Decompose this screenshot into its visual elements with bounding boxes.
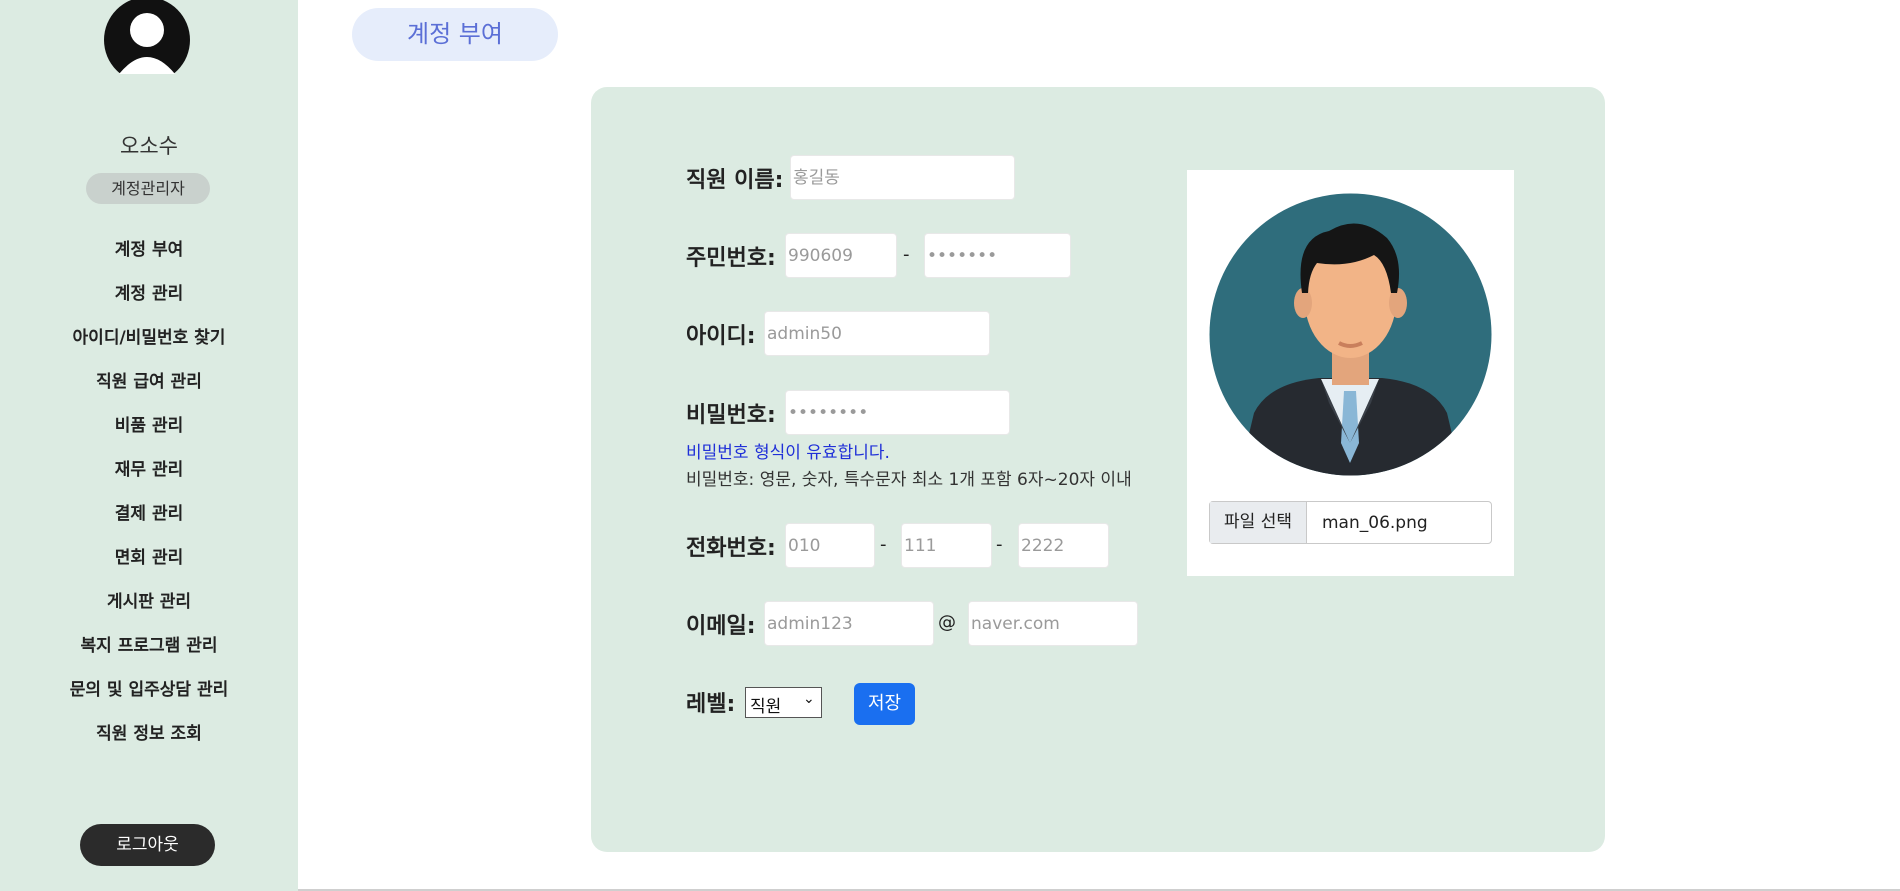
- sidebar-item-find-id-password[interactable]: 아이디/비밀번호 찾기: [0, 323, 298, 348]
- rrn-separator: -: [903, 244, 910, 265]
- sidebar-item-finance[interactable]: 재무 관리: [0, 455, 298, 480]
- rrn-back-input[interactable]: •••••••: [924, 233, 1071, 278]
- password-valid-message: 비밀번호 형식이 유효합니다.: [686, 443, 890, 463]
- rrn-label: 주민번호:: [686, 246, 776, 271]
- phone-third-input[interactable]: 2222: [1018, 523, 1109, 568]
- password-rule-text: 비밀번호: 영문, 숫자, 특수문자 최소 1개 포함 6자~20자 이내: [686, 470, 1132, 490]
- name-input[interactable]: 홍길동: [790, 155, 1015, 200]
- level-label: 레벨:: [686, 692, 736, 717]
- email-at-sign: @: [938, 612, 956, 633]
- phone-first-input[interactable]: 010: [785, 523, 875, 568]
- password-label: 비밀번호:: [686, 403, 776, 428]
- role-badge: 계정관리자: [86, 173, 210, 204]
- logout-button[interactable]: 로그아웃: [80, 824, 215, 866]
- phone-separator-2: -: [996, 534, 1003, 555]
- sidebar-item-welfare[interactable]: 복지 프로그램 관리: [0, 631, 298, 656]
- rrn-front-input[interactable]: 990609: [785, 233, 897, 278]
- chevron-down-icon: ⌄: [803, 691, 815, 707]
- sidebar-item-equipment[interactable]: 비품 관리: [0, 411, 298, 436]
- file-picker[interactable]: 파일 선택 man_06.png: [1209, 501, 1492, 544]
- phone-second-input[interactable]: 111: [901, 523, 992, 568]
- sidebar-item-board[interactable]: 게시판 관리: [0, 587, 298, 612]
- sidebar-item-grant-account[interactable]: 계정 부여: [0, 235, 298, 260]
- profile-photo: [1209, 193, 1492, 476]
- sidebar-item-staff-info[interactable]: 직원 정보 조회: [0, 719, 298, 744]
- sidebar-item-salary[interactable]: 직원 급여 관리: [0, 367, 298, 392]
- page-title: 계정 부여: [352, 8, 558, 61]
- email-domain-input[interactable]: naver.com: [968, 601, 1138, 646]
- email-label: 이메일:: [686, 614, 756, 639]
- id-label: 아이디:: [686, 324, 756, 349]
- sidebar-item-visit[interactable]: 면회 관리: [0, 543, 298, 568]
- name-label: 직원 이름:: [686, 168, 784, 193]
- file-select-button[interactable]: 파일 선택: [1210, 502, 1307, 543]
- phone-label: 전화번호:: [686, 536, 776, 561]
- user-name: 오소수: [120, 134, 178, 158]
- user-avatar-icon: [104, 0, 190, 74]
- photo-panel: 파일 선택 man_06.png: [1187, 170, 1514, 576]
- email-user-input[interactable]: admin123: [764, 601, 934, 646]
- save-button[interactable]: 저장: [854, 683, 915, 725]
- sidebar: 오소수 계정관리자 계정 부여 계정 관리 아이디/비밀번호 찾기 직원 급여 …: [0, 0, 298, 891]
- id-input[interactable]: admin50: [764, 311, 990, 356]
- phone-separator-1: -: [880, 534, 887, 555]
- sidebar-item-inquiry[interactable]: 문의 및 입주상담 관리: [0, 675, 298, 700]
- sidebar-item-account-management[interactable]: 계정 관리: [0, 279, 298, 304]
- password-input[interactable]: ••••••••: [785, 390, 1010, 435]
- sidebar-item-payment[interactable]: 결제 관리: [0, 499, 298, 524]
- file-name: man_06.png: [1322, 513, 1428, 533]
- level-selected-value: 직원: [750, 697, 782, 717]
